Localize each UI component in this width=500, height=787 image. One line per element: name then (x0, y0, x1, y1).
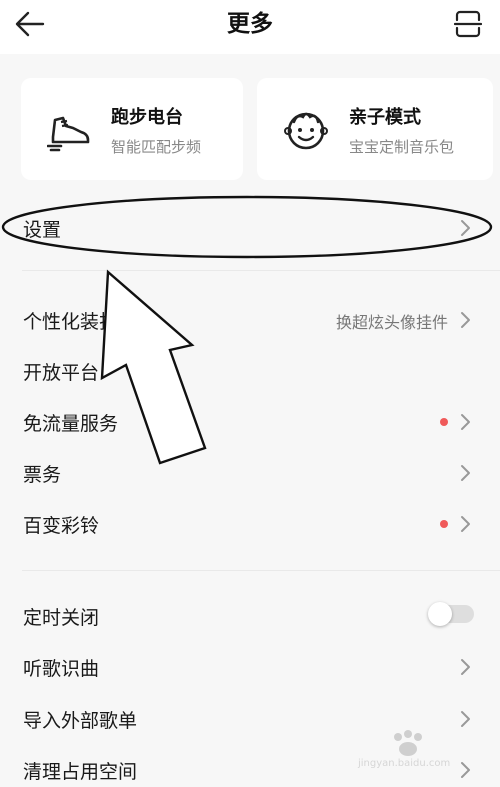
more-page: 更多 跑步电台 智能匹配步频 亲子模式 宝宝定制音乐包 设置 个性化装扮中心 换… (0, 0, 500, 787)
chevron-right-icon (461, 414, 470, 430)
notification-dot (440, 520, 448, 528)
chevron-right-icon (461, 516, 470, 532)
top-bar: 更多 (0, 0, 500, 54)
card-title: 亲子模式 (349, 107, 421, 128)
notification-dot (440, 418, 448, 426)
row-label: 定时关闭 (23, 607, 100, 629)
toggle-knob (428, 602, 452, 626)
watermark: jingyan.baidu.com (358, 729, 478, 769)
chevron-right-icon (461, 312, 470, 328)
chevron-right-icon (461, 659, 470, 675)
sleep-timer-toggle[interactable] (428, 602, 474, 626)
row-label: 听歌识曲 (23, 658, 100, 680)
page-title: 更多 (227, 11, 273, 37)
scan-button[interactable] (448, 6, 488, 42)
row-label: 导入外部歌单 (23, 710, 138, 732)
song-recognition-row[interactable]: 听歌识曲 (0, 643, 500, 691)
row-label: 清理占用空间 (23, 761, 138, 783)
row-label: 百变彩铃 (23, 515, 100, 537)
paw-logo-icon (394, 730, 422, 756)
row-label: 票务 (23, 464, 62, 486)
open-platform-row[interactable]: 开放平台 (0, 347, 500, 395)
running-radio-card[interactable]: 跑步电台 智能匹配步频 (21, 78, 243, 180)
card-subtitle: 宝宝定制音乐包 (349, 138, 455, 156)
chevron-right-icon (461, 465, 470, 481)
customization-center-row[interactable]: 个性化装扮中心 换超炫头像挂件 (0, 296, 500, 344)
row-value: 换超炫头像挂件 (335, 313, 448, 332)
baby-face-icon (284, 112, 328, 150)
scan-icon (454, 10, 482, 38)
tickets-row[interactable]: 票务 (0, 449, 500, 497)
running-shoe-icon (47, 116, 90, 152)
watermark-text: jingyan.baidu.com (358, 758, 451, 769)
chevron-right-icon (461, 711, 470, 727)
card-subtitle: 智能匹配步频 (111, 138, 202, 156)
section-divider (22, 570, 500, 571)
row-label: 免流量服务 (23, 413, 119, 435)
section-divider (22, 270, 500, 271)
sleep-timer-row[interactable]: 定时关闭 (0, 592, 500, 640)
chevron-right-icon (461, 220, 470, 236)
ringtone-row[interactable]: 百变彩铃 (0, 500, 500, 548)
card-title: 跑步电台 (111, 107, 183, 128)
row-label: 个性化装扮中心 (23, 311, 157, 333)
settings-row[interactable]: 设置 (0, 204, 500, 252)
row-label: 设置 (23, 219, 62, 241)
kids-mode-card[interactable]: 亲子模式 宝宝定制音乐包 (257, 78, 493, 180)
row-label: 开放平台 (23, 362, 100, 384)
free-data-service-row[interactable]: 免流量服务 (0, 398, 500, 446)
